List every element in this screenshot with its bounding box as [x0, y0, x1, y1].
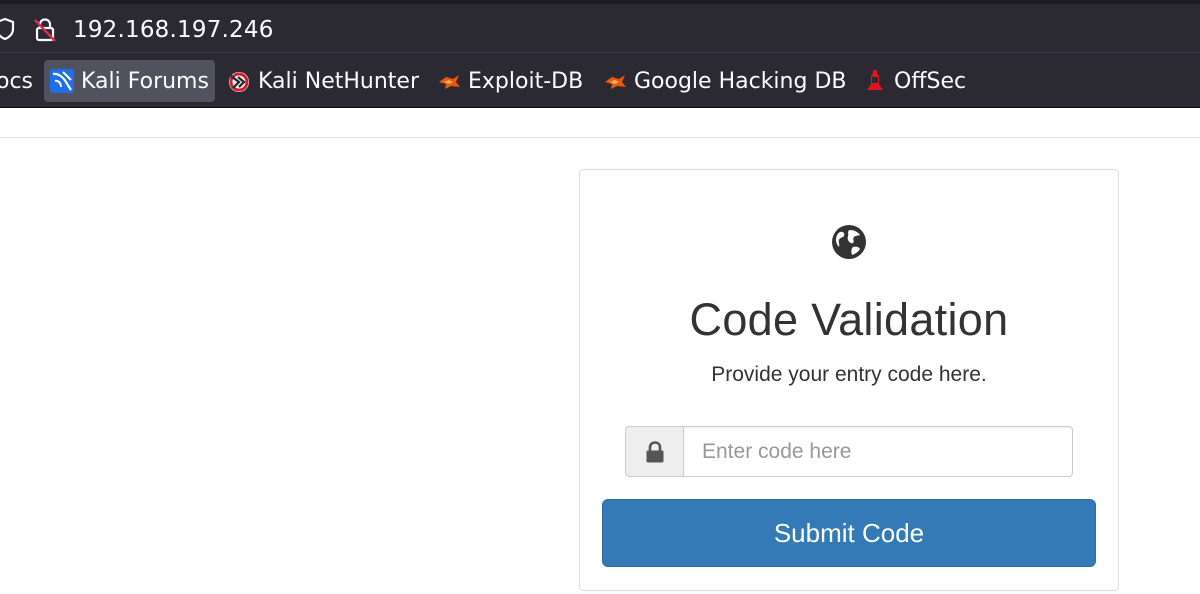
offsec-icon	[867, 70, 883, 90]
page-title: Code Validation	[689, 294, 1009, 345]
nethunter-icon	[229, 72, 249, 92]
kali-forums-icon	[50, 69, 74, 93]
url-text[interactable]: 192.168.197.246	[73, 14, 274, 46]
bookmark-google-hacking-db[interactable]: Google Hacking DB	[602, 60, 846, 102]
insecure-lock-icon[interactable]	[33, 17, 57, 43]
bookmark-label: Exploit-DB	[468, 68, 584, 94]
bookmark-kali-forums[interactable]: Kali Forums	[44, 60, 215, 102]
code-input-group	[625, 426, 1073, 477]
page-header-divider	[0, 137, 1200, 138]
exploit-db-icon	[439, 75, 460, 89]
bookmark-label: Kali Forums	[81, 68, 209, 94]
bookmark-label: ocs	[0, 68, 34, 94]
code-input[interactable]	[683, 426, 1073, 477]
submit-code-button[interactable]: Submit Code	[602, 499, 1096, 567]
bookmark-label: Kali NetHunter	[258, 68, 419, 94]
bookmark-exploit-db[interactable]: Exploit-DB	[436, 60, 583, 102]
code-validation-card: Code Validation Provide your entry code …	[579, 169, 1119, 591]
bookmarks-toolbar: ocs Kali Forums Kali NetHunter Exploit-D…	[0, 52, 1200, 108]
page-subtitle: Provide your entry code here.	[711, 363, 987, 386]
bookmark-offsec[interactable]: OffSec	[862, 60, 966, 102]
input-addon	[625, 426, 683, 477]
ghdb-icon	[605, 75, 626, 89]
url-bar: 192.168.197.246	[0, 0, 1200, 52]
bookmark-label: OffSec	[894, 68, 967, 94]
bookmark-kali-nethunter[interactable]: Kali NetHunter	[226, 60, 419, 102]
shield-icon[interactable]	[0, 17, 16, 41]
lock-icon	[646, 440, 663, 462]
bookmark-docs[interactable]: ocs	[0, 60, 33, 102]
globe-icon	[832, 225, 866, 259]
bookmark-label: Google Hacking DB	[634, 68, 847, 94]
